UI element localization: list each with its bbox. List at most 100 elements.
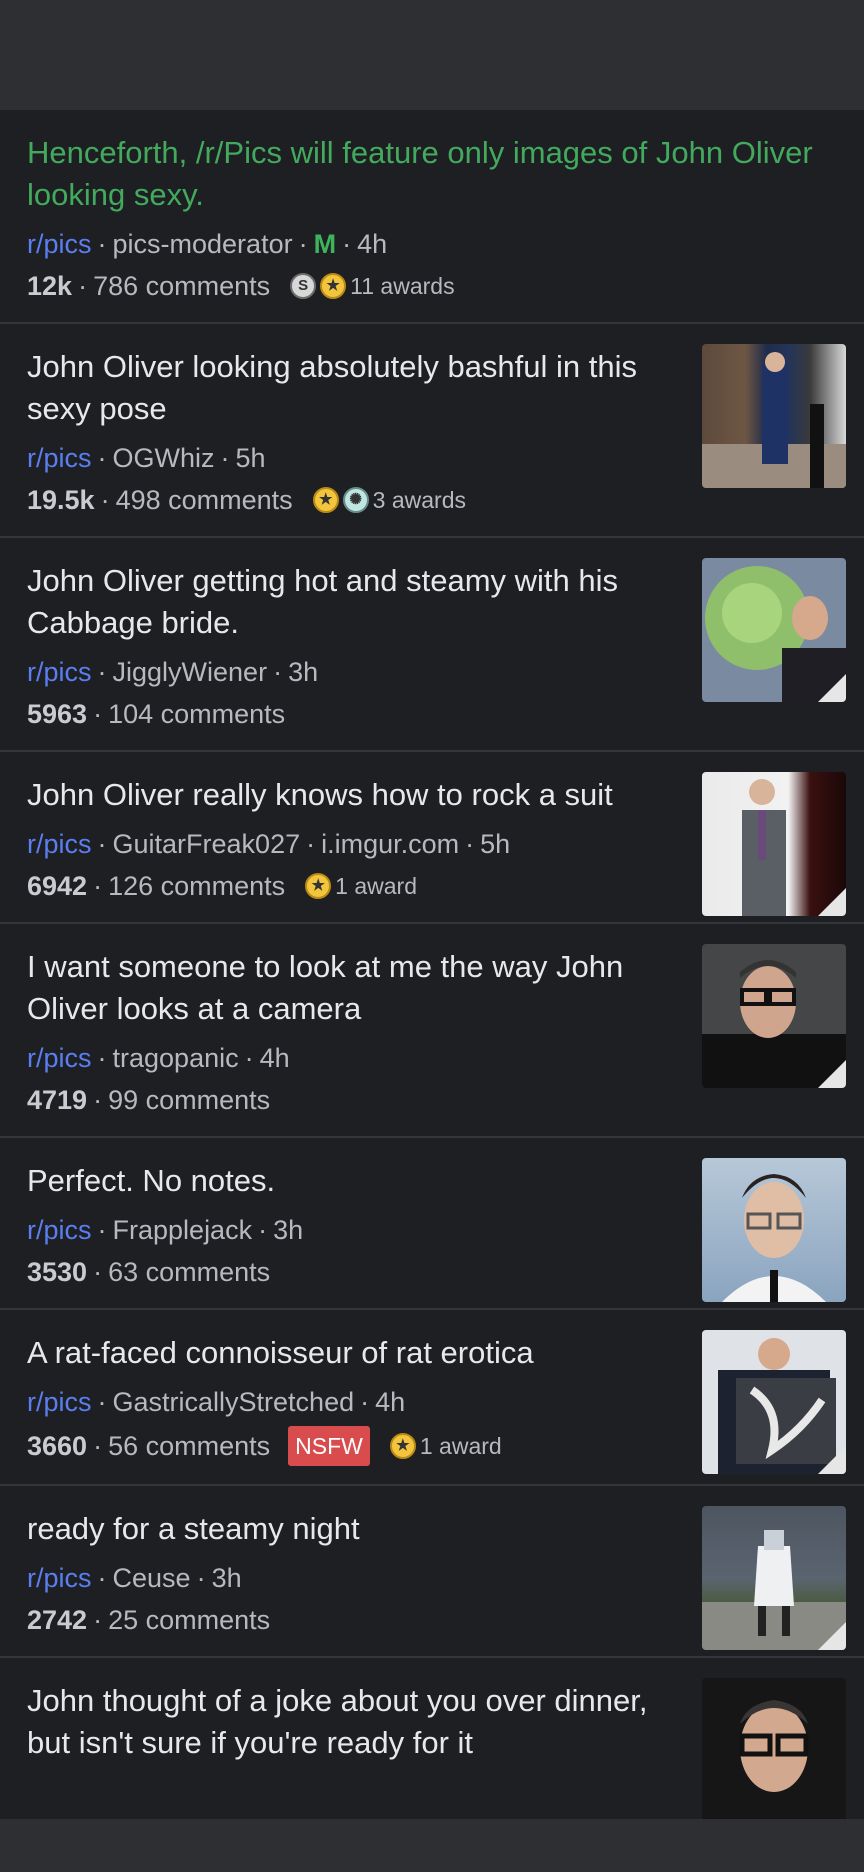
post-feed: Henceforth, /r/Pics will feature only im… (0, 110, 864, 1819)
comment-count[interactable]: 126 comments (108, 868, 285, 904)
gold-award-icon: ★ (305, 873, 332, 899)
post-stats: 5963 · 104 comments (27, 696, 676, 750)
post-thumbnail[interactable] (702, 1330, 846, 1474)
awards-count: 1 award (419, 1433, 502, 1459)
post-stats: 3660 · 56 comments NSFW ★ 1 award (27, 1426, 676, 1484)
post-card[interactable]: ready for a steamy night r/pics · Ceuse · 3h… (0, 1486, 864, 1658)
post-domain[interactable]: i.imgur.com (321, 829, 459, 859)
gold-award-icon: ★ (320, 273, 347, 299)
subreddit-link[interactable]: r/pics (27, 1043, 92, 1073)
post-title[interactable]: John thought of a joke about you over di… (27, 1680, 676, 1764)
post-title[interactable]: ready for a steamy night (27, 1508, 676, 1550)
post-card[interactable]: A rat-faced connoisseur of rat erotica r… (0, 1310, 864, 1486)
post-age: 3h (288, 657, 319, 687)
post-stats: 2742 · 25 comments (27, 1602, 676, 1656)
post-card[interactable]: Henceforth, /r/Pics will feature only im… (0, 110, 864, 324)
post-meta: r/pics · JigglyWiener · 3h (27, 657, 319, 687)
score: 2742 (27, 1605, 88, 1635)
awards-count: 11 awards (350, 273, 455, 299)
comment-count[interactable]: 56 comments (108, 1428, 270, 1464)
awards[interactable]: ★ 1 award (305, 868, 417, 904)
author-name[interactable]: OGWhiz (113, 443, 215, 473)
post-meta: r/pics · tragopanic · 4h (27, 1043, 290, 1073)
post-card[interactable]: Perfect. No notes. r/pics · Frapplejack · 3h… (0, 1138, 864, 1310)
score: 19.5k (27, 485, 95, 515)
author-name[interactable]: Ceuse (113, 1563, 191, 1593)
post-thumbnail[interactable] (702, 1158, 846, 1302)
silver-award-icon: S (290, 273, 317, 299)
author-name[interactable]: GastricallyStretched (113, 1387, 355, 1417)
score: 3530 (27, 1257, 88, 1287)
gold-award-icon: ★ (312, 487, 339, 513)
author-name[interactable]: tragopanic (113, 1043, 239, 1073)
author-name[interactable]: GuitarFreak027 (113, 829, 301, 859)
expand-corner-icon (818, 1446, 846, 1474)
subreddit-link[interactable]: r/pics (27, 1215, 92, 1245)
comment-count[interactable]: 99 comments (108, 1082, 270, 1118)
post-title[interactable]: Perfect. No notes. (27, 1160, 676, 1202)
subreddit-link[interactable]: r/pics (27, 443, 92, 473)
post-meta: r/pics · GuitarFreak027 · i.imgur.com · 5h (27, 829, 511, 859)
post-title[interactable]: A rat-faced connoisseur of rat erotica (27, 1332, 676, 1374)
post-age: 4h (375, 1387, 406, 1417)
post-title[interactable]: Henceforth, /r/Pics will feature only im… (27, 132, 837, 216)
expand-corner-icon (818, 674, 846, 702)
post-stats: 3530 · 63 comments (27, 1254, 676, 1308)
post-stats: 19.5k · 498 comments ★ ✺ 3 awards (27, 482, 676, 536)
post-meta: r/pics · Frapplejack · 3h (27, 1215, 304, 1245)
author-name[interactable]: JigglyWiener (113, 657, 268, 687)
comment-count[interactable]: 63 comments (108, 1254, 270, 1290)
post-card[interactable]: I want someone to look at me the way Joh… (0, 924, 864, 1138)
post-thumbnail[interactable] (702, 1506, 846, 1650)
post-thumbnail[interactable] (702, 558, 846, 702)
post-stats: 12k · 786 comments S ★ 11 awards (27, 268, 837, 322)
top-app-bar (0, 0, 864, 110)
subreddit-link[interactable]: r/pics (27, 829, 92, 859)
score: 12k (27, 271, 73, 301)
post-card[interactable]: John Oliver getting hot and steamy with … (0, 538, 864, 752)
post-thumbnail[interactable] (702, 944, 846, 1088)
gold-award-icon: ★ (389, 1433, 416, 1459)
post-title[interactable]: John Oliver really knows how to rock a s… (27, 774, 676, 816)
post-thumbnail[interactable] (702, 344, 846, 488)
subreddit-link[interactable]: r/pics (27, 1387, 92, 1417)
bottom-navigation-bar (0, 1819, 864, 1872)
post-stats: 4719 · 99 comments (27, 1082, 676, 1136)
post-age: 3h (273, 1215, 304, 1245)
post-age: 5h (235, 443, 266, 473)
post-thumbnail[interactable] (702, 1678, 846, 1819)
comment-count[interactable]: 25 comments (108, 1602, 270, 1638)
post-thumbnail[interactable] (702, 772, 846, 916)
expand-corner-icon (818, 888, 846, 916)
score: 6942 (27, 871, 88, 901)
post-card[interactable]: John Oliver looking absolutely bashful i… (0, 324, 864, 538)
expand-corner-icon (818, 1060, 846, 1088)
post-age: 4h (357, 229, 388, 259)
post-age: 3h (211, 1563, 242, 1593)
post-meta: r/pics · GastricallyStretched · 4h (27, 1387, 406, 1417)
post-age: 4h (259, 1043, 290, 1073)
subreddit-link[interactable]: r/pics (27, 1563, 92, 1593)
post-card[interactable]: John Oliver really knows how to rock a s… (0, 752, 864, 924)
post-meta: r/pics · Ceuse · 3h (27, 1563, 242, 1593)
comment-count[interactable]: 104 comments (108, 696, 285, 732)
post-title[interactable]: I want someone to look at me the way Joh… (27, 946, 676, 1030)
awards[interactable]: ★ ✺ 3 awards (312, 482, 466, 518)
score: 4719 (27, 1085, 88, 1115)
awards-count: 3 awards (372, 487, 466, 513)
post-stats: 6942 · 126 comments ★ 1 award (27, 868, 676, 922)
awards[interactable]: ★ 1 award (389, 1428, 502, 1464)
wholesome-award-icon: ✺ (342, 487, 369, 513)
comment-count[interactable]: 498 comments (116, 482, 293, 518)
awards[interactable]: S ★ 11 awards (290, 268, 455, 304)
post-title[interactable]: John Oliver looking absolutely bashful i… (27, 346, 676, 430)
post-card[interactable]: John thought of a joke about you over di… (0, 1658, 864, 1819)
subreddit-link[interactable]: r/pics (27, 229, 92, 259)
subreddit-link[interactable]: r/pics (27, 657, 92, 687)
author-name[interactable]: Frapplejack (113, 1215, 253, 1245)
author-name[interactable]: pics-moderator (113, 229, 293, 259)
score: 5963 (27, 699, 88, 729)
nsfw-badge: NSFW (288, 1426, 370, 1466)
post-title[interactable]: John Oliver getting hot and steamy with … (27, 560, 676, 644)
comment-count[interactable]: 786 comments (93, 268, 270, 304)
